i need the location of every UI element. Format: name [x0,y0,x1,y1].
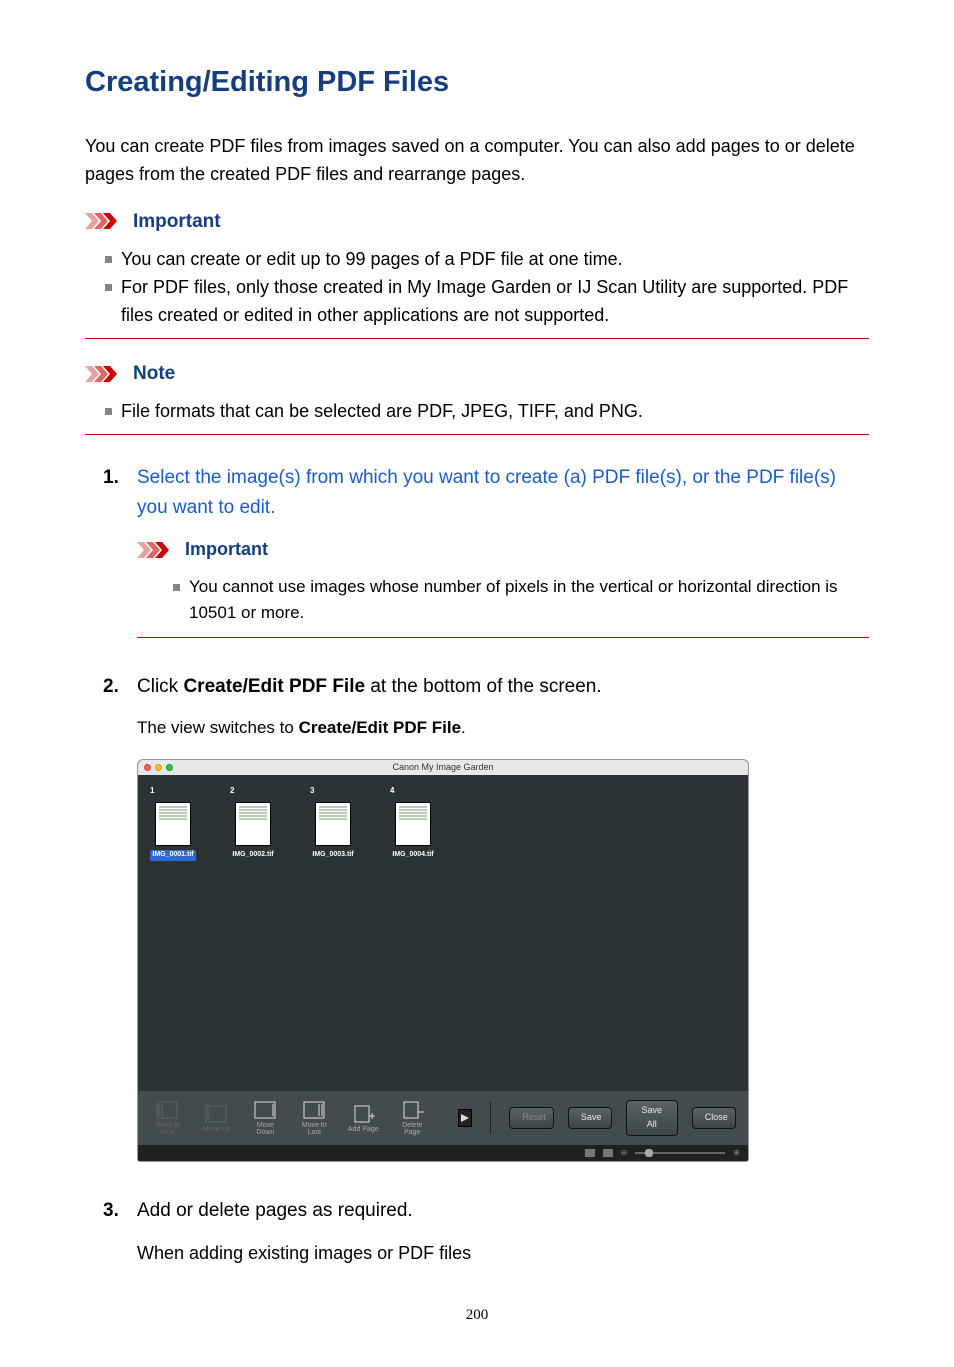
note-item-text: File formats that can be selected are PD… [121,398,643,426]
chevron-icon [137,542,177,558]
save-button[interactable]: Save [568,1107,612,1129]
toolbar-divider [490,1102,491,1134]
page-number: 200 [85,1304,869,1327]
reset-button[interactable]: Reset [509,1107,554,1129]
app-body: 1 IMG_0001.tif 2 IMG_0002.tif 3 IMG_0003… [138,775,748,1091]
step-2-text: Click Create/Edit PDF File at the bottom… [137,676,602,697]
thumbnail-number: 3 [308,785,314,797]
text-fragment: at the bottom of the screen. [365,676,602,697]
step1-important-callout: Important You cannot use images whose nu… [137,536,869,638]
chevron-icon [85,213,125,229]
close-button[interactable]: Close [692,1107,736,1129]
thumbnail-number: 4 [388,785,394,797]
move-up-button[interactable]: Move Up [199,1104,234,1134]
important-label: Important [185,536,268,564]
zoom-out-icon[interactable]: ⊖ [621,1147,628,1159]
move-to-first-button[interactable]: Move to First [150,1100,185,1137]
thumbnail-image [395,802,431,846]
important-item-text: For PDF files, only those created in My … [121,274,869,330]
step-1: Select the image(s) from which you want … [103,463,869,637]
text-fragment-bold: Create/Edit PDF File [299,718,461,737]
important-item: You can create or edit up to 99 pages of… [105,246,869,274]
thumbnail-image [315,802,351,846]
text-fragment: . [461,718,466,737]
app-window-title: Canon My Image Garden [138,761,748,775]
thumbnail-image [155,802,191,846]
step-3: Add or delete pages as required. When ad… [103,1196,869,1267]
page-title: Creating/Editing PDF Files [85,60,869,105]
thumbnail-item[interactable]: 2 IMG_0002.tif [228,785,278,1091]
important-callout: Important You can create or edit up to 9… [85,207,869,339]
app-statusbar: ⊖ ⊕ [138,1145,748,1161]
app-toolbar: Move to First Move Up Move Down Move to … [138,1091,748,1145]
important-item: You cannot use images whose number of pi… [173,574,869,627]
thumbnail-filename: IMG_0001.tif [150,850,195,861]
step-3-sub: When adding existing images or PDF files [137,1240,869,1268]
button-label: Move to Last [297,1122,332,1137]
zoom-slider[interactable] [635,1152,725,1154]
view-mode-icon[interactable] [603,1149,613,1157]
text-fragment: The view switches to [137,718,299,737]
important-label: Important [133,207,221,236]
button-label: Move Down [248,1122,283,1137]
step-1-link[interactable]: Select the image(s) from which you want … [137,467,836,517]
button-label: Move to First [150,1122,185,1137]
step-3-text: Add or delete pages as required. [137,1200,413,1221]
thumbnail-number: 2 [228,785,234,797]
thumbnail-filename: IMG_0004.tif [392,850,433,861]
app-screenshot: Canon My Image Garden 1 IMG_0001.tif 2 I… [137,759,749,1162]
thumbnail-item[interactable]: 4 IMG_0004.tif [388,785,438,1091]
move-down-button[interactable]: Move Down [248,1100,283,1137]
square-bullet-icon [173,584,180,591]
thumbnail-number: 1 [148,785,154,797]
note-label: Note [133,359,175,388]
delete-page-button[interactable]: Delete Page [395,1100,430,1137]
square-bullet-icon [105,284,112,291]
text-fragment-bold: Create/Edit PDF File [183,676,365,697]
button-label: Add Page [348,1126,379,1134]
view-mode-icon[interactable] [585,1149,595,1157]
button-label: Move Up [202,1126,230,1134]
button-label: Delete Page [395,1122,430,1137]
step-2: Click Create/Edit PDF File at the bottom… [103,672,869,1163]
text-fragment: Click [137,676,183,697]
square-bullet-icon [105,408,112,415]
thumbnail-item[interactable]: 1 IMG_0001.tif [148,785,198,1091]
add-page-button[interactable]: Add Page [346,1104,381,1134]
thumbnail-image [235,802,271,846]
important-item-text: You cannot use images whose number of pi… [189,574,869,627]
note-callout: Note File formats that can be selected a… [85,359,869,435]
play-button[interactable] [458,1109,473,1127]
intro-paragraph: You can create PDF files from images sav… [85,133,869,189]
zoom-in-icon[interactable]: ⊕ [733,1147,740,1159]
note-item: File formats that can be selected are PD… [105,398,869,426]
important-item: For PDF files, only those created in My … [105,274,869,330]
thumbnail-filename: IMG_0002.tif [232,850,273,861]
move-to-last-button[interactable]: Move to Last [297,1100,332,1137]
square-bullet-icon [105,256,112,263]
thumbnail-filename: IMG_0003.tif [312,850,353,861]
save-all-button[interactable]: Save All [626,1100,678,1136]
thumbnail-item[interactable]: 3 IMG_0003.tif [308,785,358,1091]
important-item-text: You can create or edit up to 99 pages of… [121,246,623,274]
app-titlebar: Canon My Image Garden [138,760,748,775]
step-2-sub: The view switches to Create/Edit PDF Fil… [137,715,869,741]
chevron-icon [85,366,125,382]
